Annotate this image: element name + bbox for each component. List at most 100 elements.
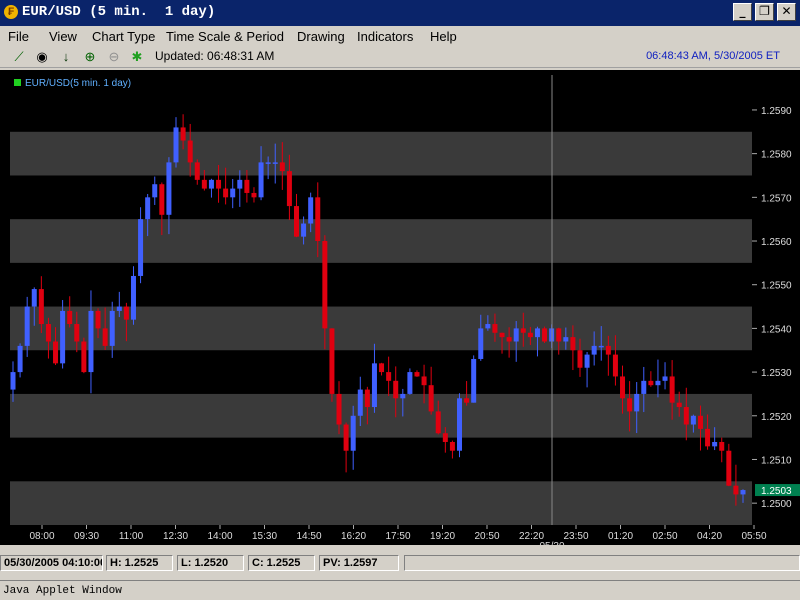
status-high: H: 1.2525: [106, 555, 173, 571]
candle-body: [31, 289, 37, 307]
x-tick-label: 20:50: [474, 531, 499, 542]
candle-body: [88, 310, 94, 373]
menu-chart-type[interactable]: Chart Type: [92, 29, 155, 44]
candle-body: [95, 310, 101, 329]
candle-body: [237, 179, 243, 189]
candle-body: [343, 424, 349, 451]
status-low: L: 1.2520: [177, 555, 244, 571]
candle-body: [428, 385, 434, 412]
title-bar: ₣ EUR/USD (5 min. 1 day) _ ❐ ✕: [0, 0, 800, 26]
candle-body: [102, 328, 108, 346]
candle-body: [230, 188, 236, 198]
x-tick-label: 16:20: [341, 531, 366, 542]
candle-body: [180, 127, 186, 141]
candle-body: [442, 433, 448, 442]
candle-body: [719, 441, 725, 451]
color-icon[interactable]: ✱: [128, 48, 146, 66]
x-tick-label: 23:50: [563, 531, 588, 542]
last-price-label: 1.2503: [761, 486, 792, 497]
candle-body: [464, 398, 470, 403]
menu-file[interactable]: File: [8, 29, 29, 44]
menu-time-scale[interactable]: Time Scale & Period: [166, 29, 284, 44]
minimize-button[interactable]: _: [733, 3, 752, 21]
candle-body: [527, 332, 533, 338]
candle-body: [449, 441, 455, 451]
y-tick-label: 1.2590: [761, 106, 792, 117]
candle-body: [152, 184, 158, 198]
zoom-in-icon[interactable]: ⊕: [81, 48, 99, 66]
legend-swatch: [14, 79, 21, 86]
candle-body: [655, 380, 661, 386]
candle-body: [712, 441, 718, 447]
candle-body: [662, 376, 668, 381]
candle-body: [570, 337, 576, 351]
candle-body: [506, 337, 512, 342]
toolbar: ⟋ ◉ ↓ ⊕ ⊖ ✱ Updated: 06:48:31 AM 06:48:4…: [0, 46, 800, 68]
candle-body: [400, 393, 406, 399]
y-tick-label: 1.2500: [761, 499, 792, 510]
candle-body: [138, 219, 144, 276]
candle-body: [478, 328, 484, 359]
zoom-out-icon[interactable]: ⊖: [105, 48, 123, 66]
y-tick-label: 1.2530: [761, 368, 792, 379]
candle-body: [244, 179, 250, 193]
date-marker-label: 05/30: [539, 541, 564, 545]
candle-body: [520, 328, 526, 333]
down-arrow-icon[interactable]: ↓: [57, 48, 75, 66]
candle-body: [457, 398, 463, 451]
candle-body: [350, 415, 356, 451]
candle-body: [194, 162, 200, 180]
candle-body: [740, 490, 746, 495]
candle-body: [251, 192, 257, 198]
candle-body: [116, 306, 122, 311]
candle-body: [216, 179, 222, 189]
price-chart[interactable]: EUR/USD(5 min. 1 day) 1.2590 1.2580 1.2570…: [0, 70, 800, 545]
menu-bar: File View Chart Type Time Scale & Period…: [0, 26, 800, 46]
candle-body: [393, 380, 399, 399]
candle-body: [258, 162, 264, 198]
candle-body: [669, 376, 675, 403]
clock-label: 06:48:43 AM, 5/30/2005 ET: [646, 50, 780, 62]
candle-body: [329, 328, 335, 394]
candle-body: [81, 341, 87, 373]
y-tick-label: 1.2510: [761, 455, 792, 466]
horizontal-scrollbar[interactable]: [404, 555, 800, 571]
candle-body: [556, 328, 562, 342]
y-tick-label: 1.2570: [761, 193, 792, 204]
candle-body: [301, 223, 307, 237]
restore-button[interactable]: ❐: [755, 3, 774, 21]
candle-body: [634, 393, 640, 412]
candle-body: [683, 407, 689, 425]
x-tick-label: 17:50: [385, 531, 410, 542]
window-title: EUR/USD (5 min. 1 day): [22, 4, 216, 20]
applet-warning: Java Applet Window: [0, 580, 800, 600]
candle-body: [577, 350, 583, 368]
candle-body: [286, 171, 292, 207]
grid-band: [10, 306, 752, 351]
menu-help[interactable]: Help: [430, 29, 457, 44]
menu-drawing[interactable]: Drawing: [297, 29, 345, 44]
crosshair-icon[interactable]: ◉: [33, 48, 51, 66]
candle-body: [279, 162, 285, 172]
candle-body: [322, 241, 328, 329]
menu-indicators[interactable]: Indicators: [357, 29, 413, 44]
menu-view[interactable]: View: [49, 29, 77, 44]
candle-body: [591, 345, 597, 355]
app-logo-icon: ₣: [4, 5, 18, 19]
candle-body: [605, 345, 611, 355]
candle-body: [166, 162, 172, 215]
draw-line-icon[interactable]: ⟋: [10, 48, 28, 66]
x-tick-label: 08:00: [29, 531, 54, 542]
close-button[interactable]: ✕: [777, 3, 796, 21]
y-tick-label: 1.2580: [761, 150, 792, 161]
candle-body: [676, 402, 682, 408]
candle-body: [584, 354, 590, 368]
x-tick-label: 09:30: [74, 531, 99, 542]
candle-body: [364, 389, 370, 408]
candle-body: [208, 179, 214, 189]
candle-body: [173, 127, 179, 163]
y-tick-label: 1.2540: [761, 324, 792, 335]
x-tick-label: 14:50: [296, 531, 321, 542]
candle-body: [10, 372, 16, 390]
candle-body: [620, 376, 626, 399]
